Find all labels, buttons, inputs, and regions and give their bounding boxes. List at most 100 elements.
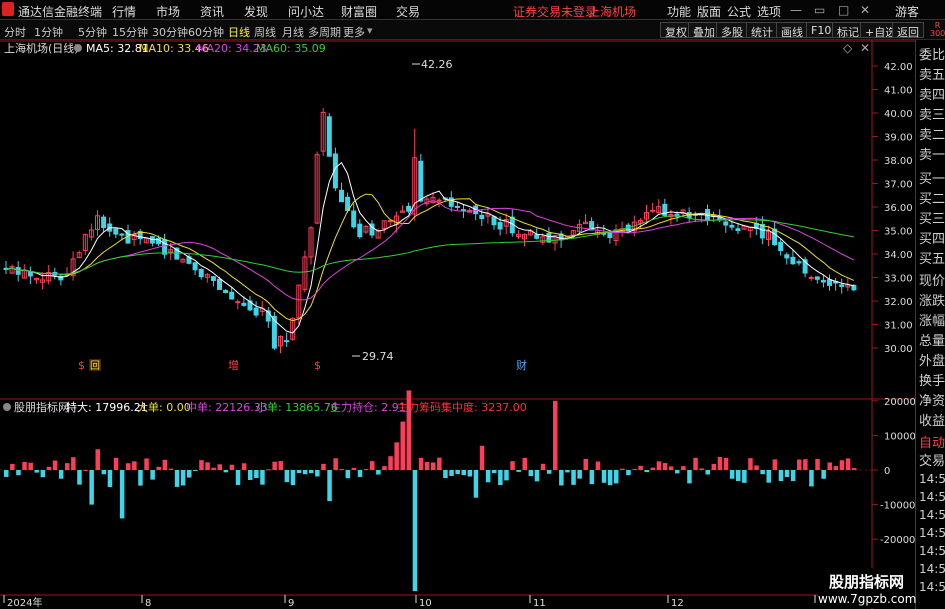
event-dollar-marker[interactable]: $ <box>78 359 85 372</box>
menu-zixun[interactable]: 资讯 <box>200 3 224 20</box>
quote-sell3: 卖三 <box>919 108 945 123</box>
tab-day[interactable]: 日线 <box>228 24 250 40</box>
quote-eps: 收益 <box>919 414 945 429</box>
indicator-bar-neg <box>40 470 46 478</box>
indicator-bar-pos <box>437 457 442 470</box>
indicator-bar-neg <box>119 470 125 519</box>
guest-label[interactable]: 游客 <box>895 3 919 20</box>
tab-week[interactable]: 周线 <box>254 24 276 40</box>
candle-down <box>790 256 796 265</box>
menu-banmian[interactable]: 版面 <box>697 3 721 20</box>
chouma-label: 主力筹码集中度: 3237.00 <box>397 400 527 414</box>
menu-xuanxiang[interactable]: 选项 <box>757 3 781 20</box>
tongji-button[interactable]: 统计 <box>746 22 778 39</box>
settings-icon[interactable]: ◇ <box>843 41 853 55</box>
candle-down <box>796 261 802 264</box>
tab-1min[interactable]: 1分钟 <box>34 24 63 40</box>
indicator-bar-neg <box>284 470 290 483</box>
indicator-bar-neg <box>766 470 771 483</box>
indicator-bar-pos <box>839 460 845 470</box>
indicator-bar-pos <box>272 461 277 470</box>
login-notice[interactable]: 证券交易未登录 <box>513 3 597 20</box>
quote-buy4: 买四 <box>919 232 945 247</box>
indicator-name[interactable]: 股朋指标网 <box>14 400 69 414</box>
indicator-bar-neg <box>449 470 454 476</box>
indicator-bar-pos <box>656 461 662 470</box>
close-chart-icon[interactable]: ✕ <box>860 41 870 55</box>
indicator-bar-pos <box>845 458 851 470</box>
candle-down <box>454 205 460 208</box>
candle-up <box>650 209 656 212</box>
menu-hangqing[interactable]: 行情 <box>112 3 136 20</box>
watermark: 股朋指标网 www.7gpzb.com <box>818 568 917 608</box>
tab-multi[interactable]: 多周期 <box>308 24 341 40</box>
tab-fenshi[interactable]: 分时 <box>4 24 26 40</box>
close-icon[interactable]: ✕ <box>860 3 870 17</box>
ma-lines <box>5 161 855 334</box>
indicator-bar-pos <box>388 456 393 470</box>
chevron-down-icon[interactable]: ▾ <box>367 24 373 37</box>
candle-up <box>808 276 814 279</box>
event-dollar-marker-2[interactable]: $ <box>314 359 321 372</box>
minimize-icon[interactable]: — <box>790 3 802 17</box>
candle-down <box>418 160 424 202</box>
indicator-bar-neg <box>302 470 308 475</box>
duogu-button[interactable]: 多股 <box>716 22 748 39</box>
event-zeng-marker[interactable]: 增 <box>228 358 239 372</box>
date-axis: 2024年891011121 <box>3 595 824 609</box>
quote-panel: 委比 卖五 卖四 卖三 卖二 卖一 买一 买二 买三 买四 买五 现价 涨跌 涨… <box>915 40 945 609</box>
price-tick-label: 34.00 <box>884 250 913 261</box>
indicator-bar-pos <box>211 467 216 470</box>
trade-button[interactable]: 交易 <box>919 450 945 469</box>
indicator-bar-neg <box>498 470 503 485</box>
tab-5min[interactable]: 5分钟 <box>78 24 107 40</box>
huaxian-button[interactable]: 画线 <box>776 22 808 39</box>
indicator-bar-pos <box>241 463 247 470</box>
indicator-bar-pos <box>620 468 625 470</box>
chart-area[interactable]: 上海机场(日线) MA5: 32.81 MA10: 33.46 MA20: 34… <box>0 40 915 609</box>
indicator-bar-pos <box>205 462 210 470</box>
indicator-bar-neg <box>376 470 381 475</box>
indicator-bar-neg <box>412 470 418 592</box>
indicator-bar-pos <box>833 466 839 470</box>
event-cai-marker[interactable]: 财 <box>516 358 527 372</box>
auto-button[interactable]: 自动 <box>919 432 945 451</box>
menu-gongshi[interactable]: 公式 <box>727 3 751 20</box>
restore-icon[interactable]: ▭ <box>814 3 825 17</box>
menu-jiaoyi[interactable]: 交易 <box>396 3 420 20</box>
indicator-bar-pos <box>650 467 656 470</box>
indicator-bar-pos <box>132 461 137 470</box>
menu-caifuquan[interactable]: 财富圈 <box>341 3 377 20</box>
menu-gongneng[interactable]: 功能 <box>667 3 691 20</box>
indicator-bar-series <box>4 390 857 592</box>
indicator-bar-neg <box>644 470 649 473</box>
tab-more[interactable]: 更多 <box>343 24 365 40</box>
indicator-bar-pos <box>363 469 369 471</box>
menu-faxian[interactable]: 发现 <box>244 3 268 20</box>
ma10-line <box>5 193 855 322</box>
fanhui-button[interactable]: 返回 <box>892 22 924 39</box>
menu-wenxiaoda[interactable]: 问小达 <box>288 3 324 20</box>
indicator-bar-pos <box>803 459 808 470</box>
indicator-bar-neg <box>601 470 607 483</box>
tick-time: 14:56 <box>919 562 945 576</box>
period-tab-bar: 分时 1分钟 5分钟 15分钟 30分钟 60分钟 日线 周线 月线 多周期 更… <box>0 20 945 40</box>
tab-30min[interactable]: 30分钟 <box>152 24 188 40</box>
indicator-bar-neg <box>260 470 265 485</box>
price-tick-label: 41.00 <box>884 86 913 97</box>
r-badge[interactable]: R 300 <box>930 22 945 38</box>
indicator-bar-pos <box>418 457 424 470</box>
indicator-bar-pos <box>797 459 802 470</box>
maximize-icon[interactable]: □ <box>838 3 849 17</box>
watermark-url: www.7gpzb.com <box>818 592 917 606</box>
tab-month[interactable]: 月线 <box>282 24 304 40</box>
menu-shichang[interactable]: 市场 <box>156 3 180 20</box>
tab-15min[interactable]: 15分钟 <box>112 24 148 40</box>
indicator-bar-neg <box>571 470 576 485</box>
event-hui-marker[interactable]: 回 <box>90 360 100 372</box>
tab-60min[interactable]: 60分钟 <box>188 24 224 40</box>
tick-time: 14:56 <box>919 508 945 522</box>
indicator-bar-pos <box>113 457 119 470</box>
chart-options-icon[interactable] <box>74 44 82 52</box>
indicator-options-icon[interactable] <box>3 403 11 411</box>
